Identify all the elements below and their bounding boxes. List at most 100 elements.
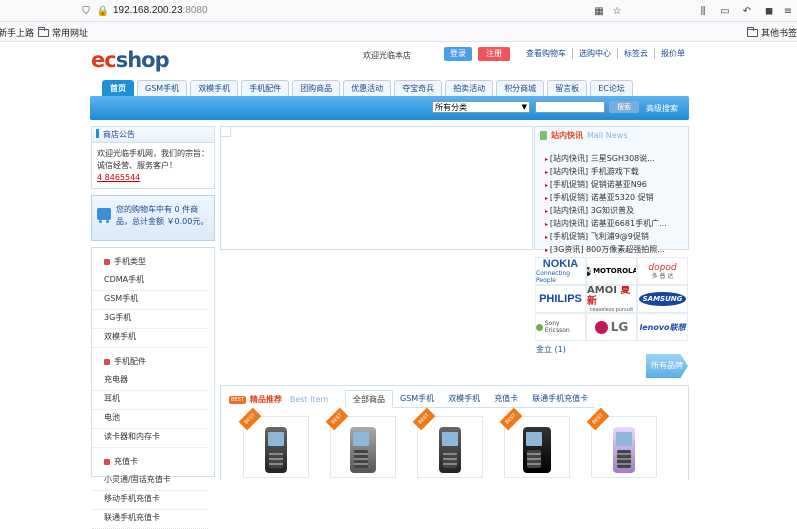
brand-lg[interactable]: LG (586, 313, 637, 341)
product-card[interactable]: BEST (586, 407, 657, 478)
brand-sony-ericsson[interactable]: Sony Ericsson (535, 313, 586, 341)
news-header: 站内快讯 Mall News (535, 127, 688, 143)
menu-icon[interactable]: ≡ (781, 4, 795, 18)
sony-ericsson-logo-icon (536, 323, 543, 331)
best-tab-all[interactable]: 全部商品 (345, 390, 393, 408)
category-item[interactable]: 电池 (92, 410, 208, 429)
category-item[interactable]: CDMA手机 (92, 272, 208, 291)
cart-icon (97, 208, 111, 223)
product-card[interactable]: BEST (412, 407, 483, 478)
folder-icon (747, 26, 758, 37)
category-heading-label: 手机配件 (114, 357, 146, 366)
product-list: BEST BEST BEST BEST BEST (238, 407, 657, 478)
keyword-input[interactable] (535, 101, 605, 113)
category-heading-label: 充值卡 (114, 457, 138, 466)
category-item[interactable]: 充电器 (92, 372, 208, 391)
news-item[interactable]: [手机促销] 飞利浦9@9促销 (545, 231, 667, 244)
best-tab-gsm[interactable]: GSM手机 (393, 390, 442, 408)
address-bar[interactable]: 192.168.200.23:8080 (113, 5, 208, 16)
tab-snatch[interactable]: 夺宝奇兵 (394, 80, 443, 96)
banner-area[interactable] (220, 126, 533, 250)
brand-dopod[interactable]: dopod 多 普 达 (637, 257, 688, 285)
tag-cloud-link[interactable]: 标签云 (617, 48, 654, 59)
brand-amoi[interactable]: AMOI 夏新 ceaseless pursuit (586, 285, 637, 313)
all-brands-button[interactable]: 所有品牌 (646, 354, 688, 378)
news-item[interactable]: [站内快讯] 三星SGH308说... (545, 153, 667, 166)
tab-promotions[interactable]: 优惠活动 (343, 80, 392, 96)
site-logo[interactable]: ecshop (91, 48, 170, 72)
brand-samsung[interactable]: SAMSUNG (637, 285, 688, 313)
category-item[interactable]: 联通手机充值卡 (92, 510, 208, 529)
best-tab-unicom-recharge[interactable]: 联通手机充值卡 (525, 390, 596, 408)
pick-center-link[interactable]: 选购中心 (572, 48, 617, 59)
brand-nokia[interactable]: NOKIA Connecting People (535, 257, 586, 285)
tab-group-buy[interactable]: 团购商品 (292, 80, 341, 96)
cart-text: 您的购物车中有 0 件商品，总计金额 ￥0.00元。 (116, 205, 209, 226)
category-item[interactable]: GSM手机 (92, 291, 208, 310)
tab-auction[interactable]: 拍卖活动 (445, 80, 494, 96)
news-item[interactable]: [站内快讯] 手机游戏下载 (545, 166, 667, 179)
bookmark-newbie[interactable]: 新手上路 (0, 26, 34, 39)
product-card[interactable]: BEST (325, 407, 396, 478)
product-card[interactable]: BEST (499, 407, 570, 478)
library-icon[interactable]: ⫼ (696, 4, 710, 18)
amoi-logo-text: AMOI 夏新 (587, 286, 636, 307)
news-item[interactable]: [手机促销] 促销诺基亚N96 (545, 179, 667, 192)
best-tab-dual-mode[interactable]: 双模手机 (441, 390, 488, 408)
notice-phone[interactable]: 4 8465544 (97, 172, 210, 184)
category-heading[interactable]: 手机配件 (104, 356, 214, 367)
folder-icon (38, 26, 49, 37)
category-heading[interactable]: 手机类型 (104, 256, 214, 267)
category-item[interactable]: 移动手机充值卡 (92, 491, 208, 510)
tab-points-mall[interactable]: 积分商城 (496, 80, 545, 96)
view-cart-link[interactable]: 查看购物车 (520, 48, 572, 59)
category-heading[interactable]: 充值卡 (104, 456, 214, 467)
tab-gsm[interactable]: GSM手机 (137, 80, 188, 96)
register-button[interactable]: 注册 (478, 47, 510, 61)
tab-home[interactable]: 首页 (102, 80, 134, 96)
category-item[interactable]: 3G手机 (92, 310, 208, 329)
bullet-icon (104, 458, 110, 465)
bookmark-other[interactable]: 其他书签 (747, 26, 797, 39)
login-button[interactable]: 登录 (444, 47, 472, 61)
bookmark-common[interactable]: 常用网址 (38, 26, 88, 39)
lock-icon[interactable]: 🔒 (96, 4, 110, 18)
extension-icon[interactable]: ◼ (762, 4, 776, 18)
sony-ericsson-text: Sony Ericsson (544, 320, 570, 334)
search-button[interactable]: 搜索 (609, 101, 639, 113)
dopod-cn-text: 多 普 达 (651, 272, 674, 280)
product-card[interactable]: BEST (238, 407, 309, 478)
qr-code-icon[interactable]: ▦ (592, 4, 606, 18)
news-item[interactable]: [手机促销] 诺基亚5320 促销 (545, 192, 667, 205)
sidebar-icon[interactable]: ▭ (718, 4, 732, 18)
advanced-search-link[interactable]: 高级搜索 (646, 103, 678, 114)
category-item[interactable]: 双模手机 (92, 329, 208, 348)
tab-forum[interactable]: EC论坛 (590, 80, 633, 96)
cart-summary[interactable]: 您的购物车中有 0 件商品，总计金额 ￥0.00元。 (91, 195, 215, 241)
search-strip: 所有分类 ▼ 搜索 高级搜索 (90, 96, 689, 120)
news-item[interactable]: [站内快讯] 3G知识普及 (545, 205, 667, 218)
bookmark-star-icon[interactable]: ☆ (610, 4, 624, 18)
news-item[interactable]: [站内快讯] 诺基亚6681手机广... (545, 218, 667, 231)
tab-guestbook[interactable]: 留言板 (547, 80, 588, 96)
brand-motorola[interactable]: MMOTOROLA (586, 257, 637, 285)
tab-accessories[interactable]: 手机配件 (241, 80, 290, 96)
quote-link[interactable]: 报价单 (654, 48, 691, 59)
motorola-logo-text: MOTOROLA (593, 267, 637, 275)
lg-logo-text: LG (610, 320, 629, 334)
best-tab-recharge[interactable]: 充值卡 (487, 390, 526, 408)
tab-dual-mode[interactable]: 双模手机 (190, 80, 239, 96)
brand-philips[interactable]: PHILIPS (535, 285, 586, 313)
brand-lenovo[interactable]: lenovo联想 (637, 313, 688, 341)
chevron-down-icon: ▼ (521, 103, 527, 111)
category-item[interactable]: 小灵通/固话充值卡 (92, 472, 208, 491)
category-item[interactable]: 读卡器和内存卡 (92, 429, 208, 448)
category-select[interactable]: 所有分类 ▼ (432, 101, 530, 113)
notice-text: 欢迎光临手机网，我们的宗旨：诚信经营、服务客户！ (97, 149, 209, 170)
brand-gionee-link[interactable]: 金立 (1) (536, 344, 566, 355)
back-icon[interactable]: ↶ (740, 4, 754, 18)
bookmark-label: 其他书签 (761, 29, 797, 39)
category-item[interactable]: 耳机 (92, 391, 208, 410)
news-item[interactable]: [3G资讯] 800万像素超强拍照... (545, 244, 667, 257)
shield-icon[interactable]: ⛉ (79, 4, 93, 18)
